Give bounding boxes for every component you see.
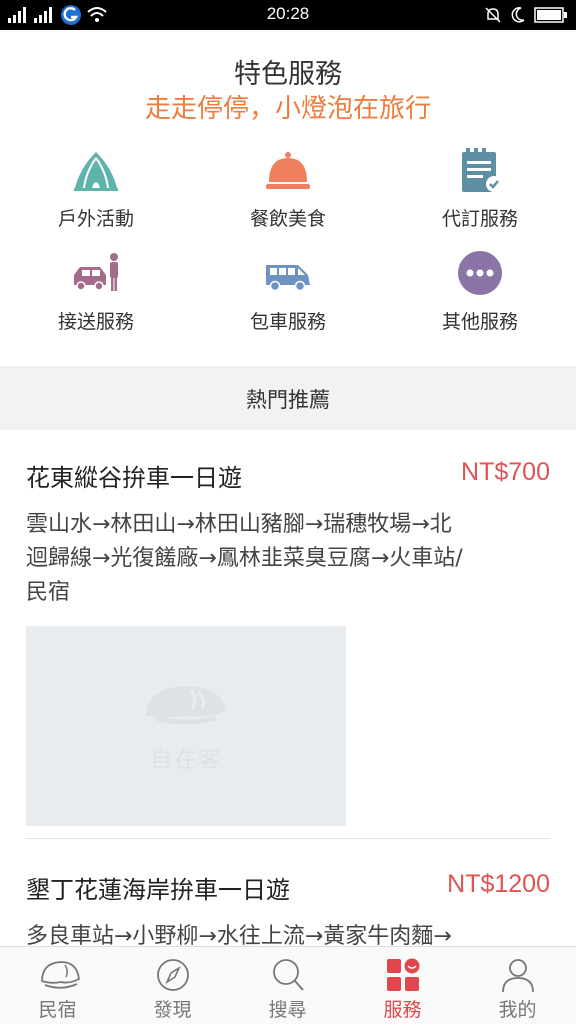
page-title: 特色服務: [234, 59, 342, 90]
moon-icon: [511, 7, 525, 23]
service-label: 其他服務: [441, 311, 518, 333]
route-line: 民宿: [26, 580, 71, 605]
tab-service[interactable]: 服務: [345, 947, 460, 1025]
mute-bell-icon: [485, 7, 501, 23]
tour-title: 墾丁花蓮海岸拚車一日遊: [26, 876, 290, 904]
service-label: 包車服務: [249, 311, 326, 333]
status-bar: 20:28: [0, 0, 576, 30]
service-transfer[interactable]: 接送服務: [0, 243, 192, 343]
car-person-icon: [74, 253, 118, 291]
tour-card[interactable]: 墾丁花蓮海岸拚車一日遊 NT$1200 多良車站→小野柳→水往上流→黃家牛肉麵→: [26, 870, 550, 946]
bottom-tab-bar: 民宿 發現 搜尋 服務 我的: [0, 946, 576, 1024]
service-icon: [387, 958, 420, 991]
service-outdoor[interactable]: 戶外活動: [0, 140, 192, 240]
service-other[interactable]: 其他服務: [384, 243, 576, 343]
van-icon: [266, 265, 310, 292]
tab-label: 服務: [383, 999, 422, 1021]
tab-discover[interactable]: 發現: [115, 947, 230, 1025]
hot-recommend-header: 熱門推薦: [0, 366, 576, 430]
tab-search[interactable]: 搜尋: [230, 947, 345, 1025]
tour-route: 多良車站→小野柳→水往上流→黃家牛肉麵→: [26, 920, 550, 946]
tour-photo-placeholder[interactable]: 自在客: [26, 626, 346, 826]
route-line: 雲山水→林田山→林田山豬腳→瑞穗牧場→北: [26, 512, 452, 537]
tab-profile[interactable]: 我的: [460, 947, 575, 1025]
tent-icon: [74, 152, 118, 191]
checklist-icon: [462, 148, 502, 192]
photo-watermark: 自在客: [149, 748, 222, 773]
status-right: [484, 4, 568, 26]
tour-title: 花東縱谷拚車一日遊: [26, 464, 242, 492]
food-cloche-icon: [266, 152, 310, 189]
tab-label: 民宿: [38, 999, 77, 1021]
homestay-logo-icon: [146, 686, 226, 725]
service-booking[interactable]: 代訂服務: [384, 140, 576, 240]
services-grid: 戶外活動 餐飲美食 代訂服務 接送服務 包車服務 其他服務: [0, 140, 576, 365]
tour-route: 雲山水→林田山→林田山豬腳→瑞穗牧場→北 迴歸線→光復饈廠→鳳林韭菜臭豆腐→火車…: [26, 508, 550, 610]
page-header: 特色服務 走走停停，小燈泡在旅行: [0, 30, 576, 127]
service-dining[interactable]: 餐飲美食: [192, 140, 384, 240]
homestay-icon: [41, 961, 80, 989]
user-icon: [502, 959, 534, 993]
route-line: 迴歸線→光復饈廠→鳳林韭菜臭豆腐→火車站/: [26, 546, 463, 571]
tour-price: NT$700: [461, 458, 550, 486]
service-label: 代訂服務: [441, 208, 518, 230]
card-divider: [26, 838, 550, 839]
page-subtitle: 走走停停，小燈泡在旅行: [0, 91, 576, 127]
service-label: 接送服務: [57, 311, 134, 333]
tab-label: 我的: [498, 999, 537, 1021]
tab-label: 搜尋: [268, 999, 307, 1021]
more-icon: [458, 251, 502, 295]
service-label: 餐飲美食: [249, 208, 326, 230]
battery-icon: [534, 7, 567, 23]
compass-icon: [157, 959, 189, 991]
service-label: 戶外活動: [57, 208, 134, 230]
route-line: 多良車站→小野柳→水往上流→黃家牛肉麵→: [26, 924, 452, 946]
tour-card[interactable]: 花東縱谷拚車一日遊 NT$700 雲山水→林田山→林田山豬腳→瑞穗牧場→北 迴歸…: [26, 458, 550, 840]
tab-label: 發現: [153, 999, 192, 1021]
hot-recommend-label: 熱門推薦: [246, 388, 330, 412]
service-charter[interactable]: 包車服務: [192, 243, 384, 343]
tour-price: NT$1200: [447, 870, 550, 898]
tab-homestay[interactable]: 民宿: [0, 947, 115, 1025]
search-icon: [273, 959, 304, 991]
